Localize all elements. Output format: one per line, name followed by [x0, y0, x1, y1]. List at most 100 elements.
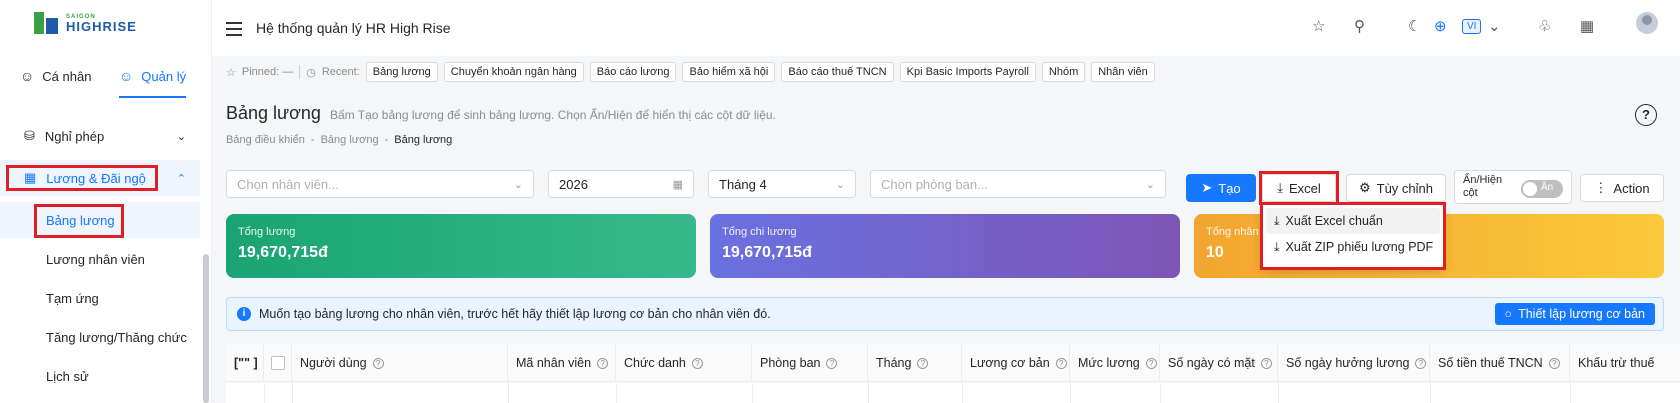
top-header: Hệ thống quản lý HR High Rise ☆ ⚲ ☾ ⊕ VI… [212, 0, 1680, 56]
column-header-base-salary[interactable]: Lương cơ bản? [962, 344, 1070, 382]
bell-icon[interactable]: ♧ [1538, 17, 1551, 35]
moon-icon[interactable]: ☾ [1408, 17, 1421, 35]
recent-pill[interactable]: Báo cáo thuế TNCN [781, 62, 894, 82]
select-all-checkbox[interactable] [270, 356, 285, 370]
column-header-employee-id[interactable]: Mã nhân viên? [508, 344, 616, 382]
chevron-down-icon[interactable]: ⌄ [1488, 17, 1501, 35]
create-button[interactable]: ➤ Tạo [1186, 174, 1256, 202]
breadcrumb-separator: - [384, 134, 389, 146]
table-cell-divider [1430, 383, 1431, 403]
table-cell-divider [1070, 383, 1071, 403]
calendar-icon[interactable]: ▦ [1580, 17, 1594, 35]
toggle-text: Ẩn [1541, 182, 1554, 193]
column-header-department[interactable]: Phòng ban? [752, 344, 868, 382]
create-button-label: Tạo [1218, 180, 1241, 196]
help-icon: ? [1145, 357, 1157, 369]
column-header-salary-level[interactable]: Mức lương? [1070, 344, 1160, 382]
recent-pill[interactable]: Nhóm [1041, 62, 1086, 82]
column-header-paid-days[interactable]: Số ngày hưởng lương? [1278, 344, 1430, 382]
setup-base-salary-label: Thiết lập lương cơ bản [1518, 307, 1645, 321]
chevron-up-icon: ⌃ [176, 172, 186, 185]
company-logo[interactable]: SAIGON HIGHRISE [34, 10, 137, 36]
recent-pill[interactable]: Chuyển khoản ngân hàng [443, 62, 584, 82]
table-header: ["" ] Người dùng? Mã nhân viên? Chức dan… [226, 344, 1680, 382]
recent-pill[interactable]: Kpi Basic Imports Payroll [899, 62, 1036, 82]
year-picker[interactable]: 2026 ▦ [548, 170, 694, 198]
toggle-knob [1523, 182, 1537, 196]
column-header-settings[interactable]: ["" ] [226, 344, 264, 382]
help-icon: ? [1415, 357, 1427, 369]
table-cell-divider [1278, 383, 1279, 403]
column-label: Lương cơ bản [970, 356, 1050, 370]
show-hide-label: Ẩn/Hiện cột [1463, 174, 1503, 199]
breadcrumb-current: Bảng lương [394, 134, 453, 146]
sidebar-subitem-label: Lịch sử [46, 368, 89, 384]
card-label: Tổng lương [238, 226, 296, 238]
breadcrumb-item[interactable]: Bảng điều khiển [226, 134, 305, 146]
star-icon[interactable]: ☆ [1312, 17, 1325, 35]
help-icon: ? [597, 357, 609, 369]
table-cell-divider [1570, 383, 1571, 403]
info-icon: i [237, 307, 251, 321]
customize-button[interactable]: ⚙ Tùy chỉnh [1346, 174, 1446, 202]
send-icon: ➤ [1201, 180, 1213, 195]
card-value: 19,670,715đ [722, 244, 812, 261]
chevron-down-icon: ⌄ [513, 178, 523, 191]
chevron-down-icon: ⌄ [176, 130, 186, 143]
logo-mark-icon [34, 10, 60, 36]
recent-pill[interactable]: Nhân viên [1091, 62, 1155, 82]
help-icon: ? [372, 357, 384, 369]
tab-personal[interactable]: ☺ Cá nhân [20, 56, 91, 96]
column-header-title[interactable]: Chức danh? [616, 344, 752, 382]
highlight-box-dropdown [1260, 202, 1446, 270]
menu-toggle-icon[interactable] [226, 22, 242, 40]
sidebar-scrollbar[interactable] [203, 254, 209, 403]
column-header-tax-deduction[interactable]: Khấu trừ thuế [1570, 344, 1680, 382]
action-button[interactable]: ⋮ Action [1580, 174, 1664, 202]
employee-select-placeholder: Chọn nhân viên... [237, 176, 339, 192]
column-header-present-days[interactable]: Số ngày có mặt? [1160, 344, 1278, 382]
recent-pill[interactable]: Báo cáo lương [589, 62, 677, 82]
recent-label: Recent: [321, 66, 360, 78]
summary-card-total-salary: Tổng lương 19,670,715đ [226, 214, 696, 278]
sidebar-item-leave[interactable]: ⛁ Nghỉ phép ⌄ [0, 118, 200, 154]
add-circle-icon[interactable]: ⊕ [1434, 17, 1447, 35]
show-hide-toggle[interactable]: Ẩn [1521, 180, 1563, 198]
column-header-user[interactable]: Người dùng? [292, 344, 508, 382]
column-label: Khấu trừ thuế [1578, 356, 1655, 370]
sidebar-subitem-raise-promotion[interactable]: Tăng lương/Thăng chức [0, 319, 200, 355]
divider [299, 65, 301, 79]
breadcrumb-item[interactable]: Bảng lương [321, 134, 379, 146]
help-icon[interactable]: ? [1635, 104, 1657, 126]
pin-icon: ☆ [226, 66, 236, 79]
employee-select[interactable]: Chọn nhân viên... ⌄ [226, 170, 534, 198]
highlight-box-salary-menu [6, 165, 158, 191]
sidebar: SAIGON HIGHRISE ☺ Cá nhân ☺ Quản lý ⛁ Ng… [0, 0, 212, 403]
sidebar-item-leave-label: Nghỉ phép [44, 128, 105, 144]
avatar[interactable] [1636, 12, 1658, 34]
sidebar-subitem-advance[interactable]: Tạm ứng [0, 280, 200, 316]
month-select[interactable]: Tháng 4 ⌄ [708, 170, 856, 198]
sidebar-subitem-history[interactable]: Lịch sử [0, 358, 200, 394]
recent-pill[interactable]: Bảo hiểm xã hội [682, 62, 776, 82]
language-selector[interactable]: VI [1462, 19, 1482, 34]
page-description: Bấm Tạo bảng lương để sinh bảng lương. C… [330, 108, 776, 122]
column-header-pit-amount[interactable]: Số tiền thuế TNCN? [1430, 344, 1570, 382]
sidebar-subitem-employee-salary[interactable]: Lương nhân viên [0, 241, 200, 277]
search-icon[interactable]: ⚲ [1354, 17, 1365, 35]
table-body [226, 383, 1680, 403]
tab-management[interactable]: ☺ Quản lý [119, 56, 187, 98]
show-hide-columns-control: Ẩn/Hiện cột Ẩn [1454, 170, 1572, 204]
setup-base-salary-button[interactable]: ○ Thiết lập lương cơ bản [1494, 303, 1655, 325]
column-header-month[interactable]: Tháng? [868, 344, 962, 382]
highlight-box-payroll [34, 204, 124, 238]
help-icon: ? [1055, 357, 1067, 369]
table-cell-divider [616, 383, 617, 403]
summary-card-total-payout: Tổng chi lương 19,670,715đ [710, 214, 1180, 278]
tab-management-label: Quản lý [141, 68, 187, 84]
recent-pill[interactable]: Bảng lương [365, 62, 438, 82]
table-cell-divider [962, 383, 963, 403]
department-select[interactable]: Chọn phòng ban... ⌄ [870, 170, 1166, 198]
info-alert: i Muốn tạo bảng lương cho nhân viên, trư… [226, 297, 1664, 331]
help-icon: ? [917, 357, 929, 369]
